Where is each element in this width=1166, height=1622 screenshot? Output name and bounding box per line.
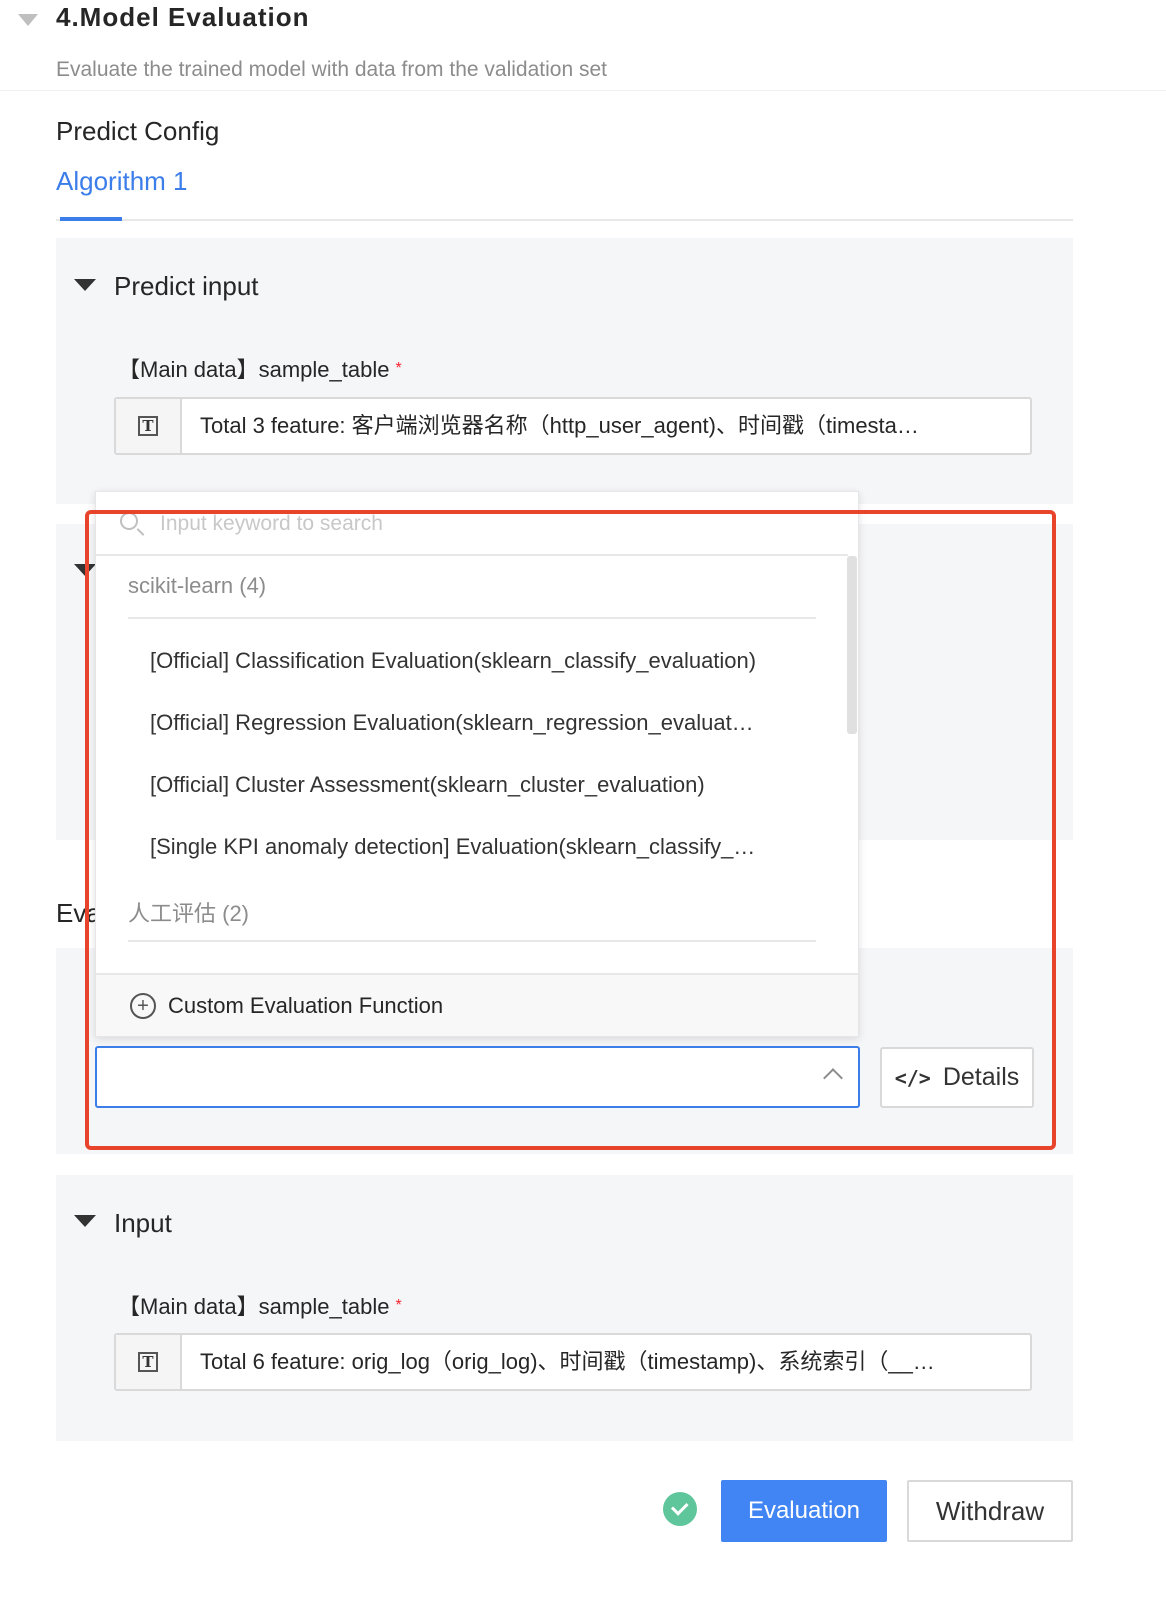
panel-caret-icon[interactable] bbox=[74, 1215, 96, 1227]
required-mark: * bbox=[395, 360, 402, 377]
tab-active-indicator bbox=[60, 217, 122, 221]
check-circle-icon bbox=[663, 1492, 697, 1526]
highlight-annotation bbox=[85, 510, 1056, 1150]
text-type-icon-cell: T bbox=[116, 1335, 182, 1389]
input-feature-value: Total 6 feature: orig_log（orig_log)、时间戳（… bbox=[200, 1349, 935, 1374]
predict-input-field-label: 【Main data】sample_table * bbox=[118, 357, 402, 382]
section-description: Evaluate the trained model with data fro… bbox=[56, 58, 607, 81]
collapse-caret-icon[interactable] bbox=[18, 14, 38, 26]
text-type-icon: T bbox=[138, 1352, 158, 1372]
tab-algorithm-1[interactable]: Algorithm 1 bbox=[56, 166, 188, 197]
panel-caret-icon[interactable] bbox=[74, 279, 96, 291]
predict-input-heading: Predict input bbox=[114, 271, 259, 301]
input-feature-selector[interactable]: T Total 6 feature: orig_log（orig_log)、时间… bbox=[114, 1333, 1032, 1391]
tab-baseline bbox=[56, 219, 1073, 221]
text-type-icon-cell: T bbox=[116, 399, 182, 453]
predict-feature-selector[interactable]: T Total 3 feature: 客户端浏览器名称（http_user_ag… bbox=[114, 397, 1032, 455]
required-mark: * bbox=[395, 1297, 402, 1314]
withdraw-button[interactable]: Withdraw bbox=[907, 1480, 1073, 1542]
predict-feature-value: Total 3 feature: 客户端浏览器名称（http_user_agen… bbox=[200, 413, 919, 438]
input-heading: Input bbox=[114, 1208, 172, 1238]
header-divider bbox=[0, 90, 1166, 91]
predict-config-title: Predict Config bbox=[56, 116, 220, 146]
evaluation-button[interactable]: Evaluation bbox=[721, 1480, 887, 1542]
input-field-label: 【Main data】sample_table * bbox=[118, 1294, 402, 1319]
text-type-icon: T bbox=[138, 416, 158, 436]
section-title: 4.Model Evaluation bbox=[56, 2, 310, 32]
